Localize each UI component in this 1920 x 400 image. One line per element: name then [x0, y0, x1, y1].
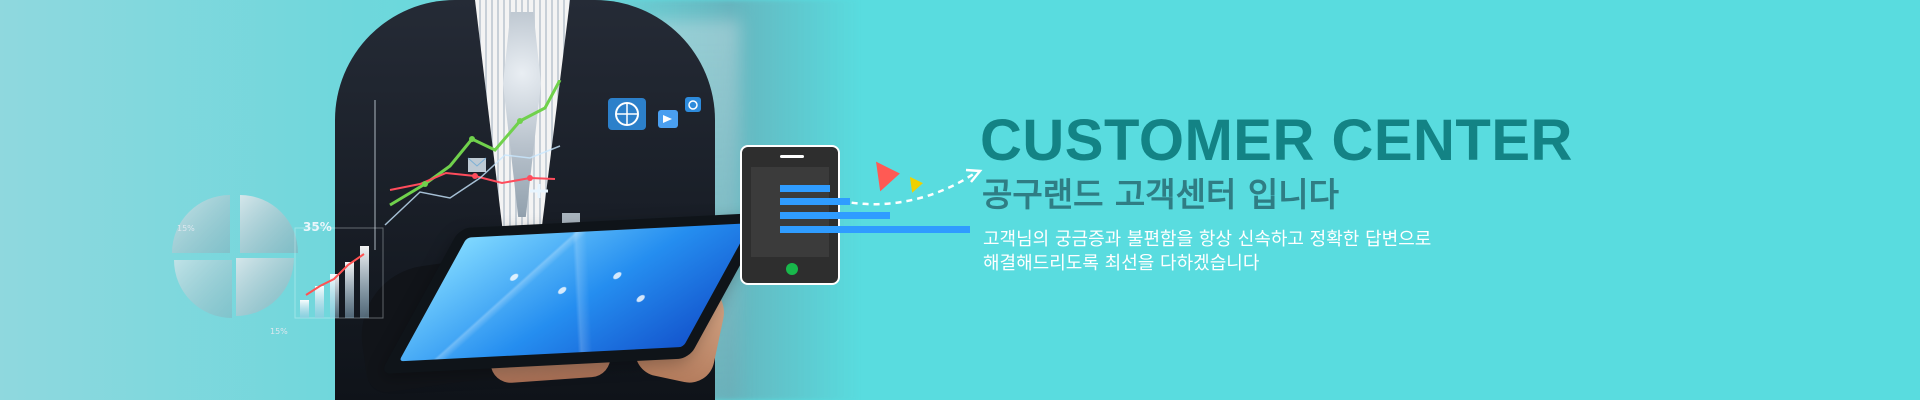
airplane-icon [530, 184, 548, 198]
message-bars-graphic [780, 185, 970, 245]
floating-app-icons [467, 97, 701, 231]
chart-label-15-bottom: 15% [270, 327, 288, 336]
bar-chart-graphic [294, 227, 384, 319]
description-line-1: 고객님의 궁금증과 불편함을 항상 신속하고 정확한 답변으로 [983, 229, 1432, 250]
message-bar-4 [780, 226, 970, 233]
tablet-screen [398, 223, 752, 362]
red-point-2 [527, 175, 533, 181]
page-subtitle: 공구랜드 고객센터 입니다 [982, 175, 1339, 214]
bar-1 [300, 300, 309, 318]
description-line-2: 해결해드리도록 최선을 다하겠습니다 [983, 253, 1260, 274]
green-point-2 [469, 136, 475, 142]
bar-2 [315, 286, 324, 318]
phone-home-button-icon [786, 263, 798, 275]
green-point-3 [517, 118, 523, 124]
red-point-1 [472, 173, 478, 179]
pie-slice-lower-left [174, 260, 232, 318]
customer-center-banner: 35% 15% 15% CUSTOMER CENTER 공구랜드 고객센터 입니… [0, 0, 1920, 400]
green-trend-line [389, 80, 562, 207]
phone-speaker-icon [780, 155, 804, 158]
customer-center-description: 고객님의 궁금증과 불편함을 항상 신속하고 정확한 답변으로 해결해드리도록 … [983, 228, 1431, 276]
bar-4 [345, 262, 354, 318]
pie-slice-top [240, 195, 298, 253]
message-bar-1 [780, 185, 830, 192]
page-title: CUSTOMER CENTER [980, 108, 1573, 173]
chart-label-15-top: 15% [177, 224, 195, 233]
message-bar-2 [780, 198, 850, 205]
pie-slice-bottom [236, 258, 294, 316]
chart-label-35: 35% [303, 220, 332, 234]
green-point-1 [422, 181, 428, 187]
message-bar-3 [780, 212, 890, 219]
